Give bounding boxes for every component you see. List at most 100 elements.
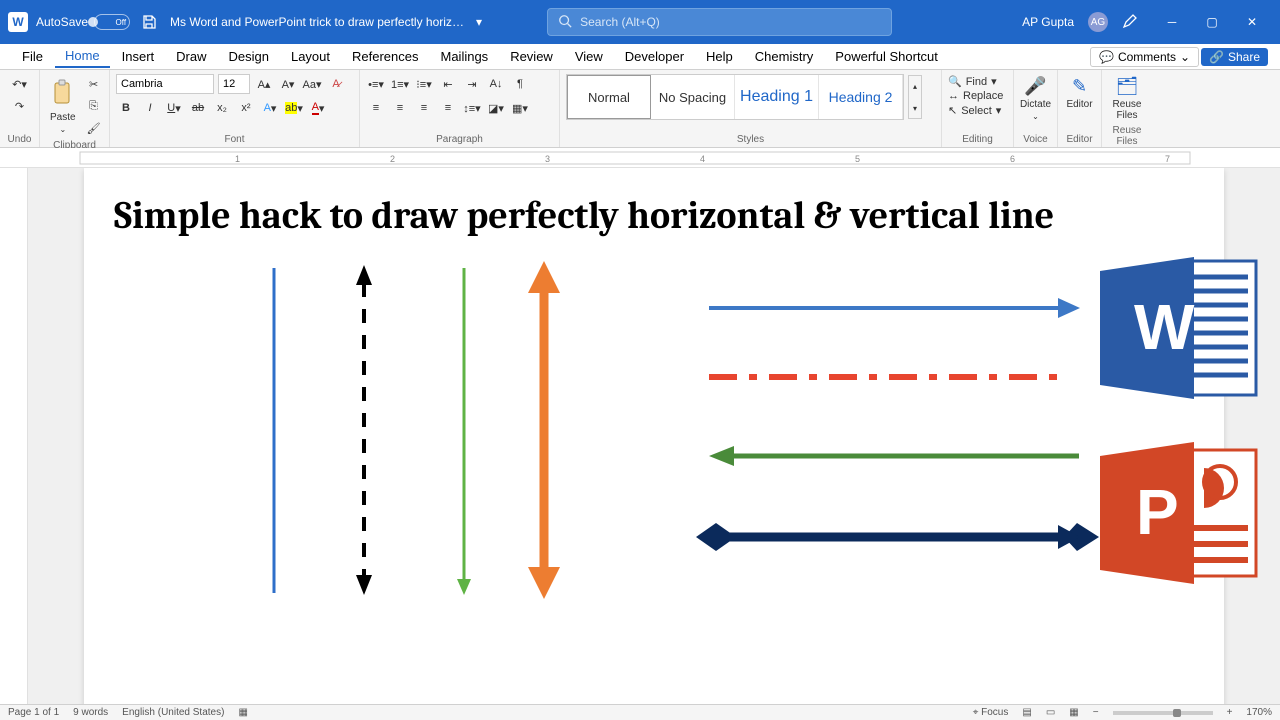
tab-review[interactable]: Review: [500, 46, 563, 67]
user-name-label[interactable]: AP Gupta: [1022, 15, 1074, 29]
bold-button[interactable]: B: [116, 98, 136, 118]
document-page: Simple hack to draw perfectly horizontal…: [84, 168, 1224, 704]
zoom-level[interactable]: 170%: [1246, 707, 1272, 718]
horizontal-arrow-blue[interactable]: [709, 298, 1080, 318]
paste-button[interactable]: Paste ⌄: [46, 77, 80, 136]
zoom-in-button[interactable]: +: [1227, 707, 1233, 718]
page-status[interactable]: Page 1 of 1: [8, 707, 59, 718]
vertical-arrow-green[interactable]: [457, 268, 471, 595]
styles-more-button[interactable]: ▴▾: [908, 75, 922, 119]
copy-button[interactable]: ⎘: [84, 96, 104, 116]
numbering-button[interactable]: 1≡▾: [390, 74, 410, 94]
tab-home[interactable]: Home: [55, 45, 110, 68]
style-no-spacing[interactable]: No Spacing: [651, 75, 735, 119]
vertical-ruler[interactable]: [0, 168, 28, 704]
tab-view[interactable]: View: [565, 46, 613, 67]
cut-button[interactable]: ✂: [84, 74, 104, 94]
comments-button[interactable]: 💬 Comments ⌄: [1090, 47, 1199, 67]
show-marks-button[interactable]: ¶: [510, 74, 530, 94]
strikethrough-button[interactable]: ab: [188, 98, 208, 118]
undo-button[interactable]: ↶▾: [10, 74, 30, 94]
style-normal[interactable]: Normal: [567, 75, 651, 119]
replace-button[interactable]: ↔Replace: [948, 89, 1007, 103]
minimize-button[interactable]: ─: [1152, 8, 1192, 36]
find-button[interactable]: 🔍Find ▾: [948, 74, 1007, 89]
vertical-dashed-double-arrow[interactable]: [356, 265, 372, 595]
font-size-input[interactable]: [218, 74, 250, 94]
tab-design[interactable]: Design: [219, 46, 279, 67]
horizontal-arrow-green-left[interactable]: [709, 446, 1079, 466]
underline-button[interactable]: U▾: [164, 98, 184, 118]
language-status[interactable]: English (United States): [122, 707, 224, 718]
dictate-button[interactable]: 🎤 Dictate ⌄: [1020, 74, 1051, 123]
autosave-label: AutoSave: [36, 15, 88, 29]
word-count[interactable]: 9 words: [73, 707, 108, 718]
select-button[interactable]: ↖Select ▾: [948, 103, 1007, 118]
title-dropdown-icon[interactable]: ▾: [476, 15, 482, 29]
print-layout-button[interactable]: ▭: [1046, 707, 1055, 718]
decrease-font-button[interactable]: A▾: [278, 74, 298, 94]
focus-mode-button[interactable]: ⌖ Focus: [973, 707, 1009, 718]
multilevel-list-button[interactable]: ⁝≡▾: [414, 74, 434, 94]
font-color-button[interactable]: A▾: [308, 98, 328, 118]
horizontal-diamond-line-navy[interactable]: [696, 523, 1099, 551]
align-left-button[interactable]: ≡: [366, 98, 386, 118]
document-canvas: [114, 243, 1194, 703]
vertical-thick-double-arrow-orange[interactable]: [528, 261, 560, 599]
style-heading-2[interactable]: Heading 2: [819, 75, 903, 119]
highlight-button[interactable]: ab▾: [284, 98, 304, 118]
tab-powerful-shortcut[interactable]: Powerful Shortcut: [825, 46, 948, 67]
document-title[interactable]: Ms Word and PowerPoint trick to draw per…: [170, 15, 470, 29]
text-effects-button[interactable]: A▾: [260, 98, 280, 118]
bullets-button[interactable]: •≡▾: [366, 74, 386, 94]
redo-button[interactable]: ↷: [10, 96, 30, 116]
reuse-files-button[interactable]: 🗂 Reuse Files: [1108, 74, 1146, 123]
zoom-slider[interactable]: [1113, 711, 1213, 715]
maximize-button[interactable]: ▢: [1192, 8, 1232, 36]
search-input[interactable]: Search (Alt+Q): [547, 8, 892, 36]
user-avatar[interactable]: AG: [1088, 12, 1108, 32]
tab-layout[interactable]: Layout: [281, 46, 340, 67]
tab-chemistry[interactable]: Chemistry: [745, 46, 824, 67]
style-heading-1[interactable]: Heading 1: [735, 75, 819, 119]
macro-icon[interactable]: ▦: [238, 707, 247, 718]
increase-indent-button[interactable]: ⇥: [462, 74, 482, 94]
italic-button[interactable]: I: [140, 98, 160, 118]
read-mode-button[interactable]: ▤: [1022, 707, 1031, 718]
tab-help[interactable]: Help: [696, 46, 743, 67]
shading-button[interactable]: ◪▾: [486, 98, 506, 118]
pen-icon[interactable]: [1122, 13, 1138, 32]
change-case-button[interactable]: Aa▾: [302, 74, 322, 94]
align-center-button[interactable]: ≡: [390, 98, 410, 118]
clear-formatting-button[interactable]: A̷: [326, 74, 346, 94]
replace-icon: ↔: [948, 90, 959, 102]
zoom-out-button[interactable]: −: [1093, 707, 1099, 718]
superscript-button[interactable]: x²: [236, 98, 256, 118]
tab-developer[interactable]: Developer: [615, 46, 694, 67]
tab-mailings[interactable]: Mailings: [431, 46, 499, 67]
save-icon[interactable]: [140, 13, 158, 31]
editor-button[interactable]: ✎ Editor: [1064, 74, 1095, 112]
format-painter-button[interactable]: 🖌: [84, 118, 104, 138]
horizontal-ruler[interactable]: 1234567: [0, 148, 1280, 168]
sort-button[interactable]: A↓: [486, 74, 506, 94]
justify-button[interactable]: ≡: [438, 98, 458, 118]
increase-font-button[interactable]: A▴: [254, 74, 274, 94]
tab-draw[interactable]: Draw: [166, 46, 216, 67]
tab-references[interactable]: References: [342, 46, 428, 67]
subscript-button[interactable]: x₂: [212, 98, 232, 118]
web-layout-button[interactable]: ▦: [1069, 707, 1078, 718]
decrease-indent-button[interactable]: ⇤: [438, 74, 458, 94]
share-button[interactable]: 🔗 Share: [1201, 48, 1268, 66]
autosave-toggle[interactable]: AutoSave Off: [36, 14, 130, 30]
tab-file[interactable]: File: [12, 46, 53, 67]
font-name-input[interactable]: [116, 74, 214, 94]
line-spacing-button[interactable]: ↕≡▾: [462, 98, 482, 118]
autosave-switch[interactable]: Off: [94, 14, 130, 30]
page-scroll-area[interactable]: Simple hack to draw perfectly horizontal…: [28, 168, 1280, 704]
align-right-button[interactable]: ≡: [414, 98, 434, 118]
styles-gallery[interactable]: Normal No Spacing Heading 1 Heading 2: [566, 74, 904, 120]
tab-insert[interactable]: Insert: [112, 46, 165, 67]
close-button[interactable]: ✕: [1232, 8, 1272, 36]
borders-button[interactable]: ▦▾: [510, 98, 530, 118]
